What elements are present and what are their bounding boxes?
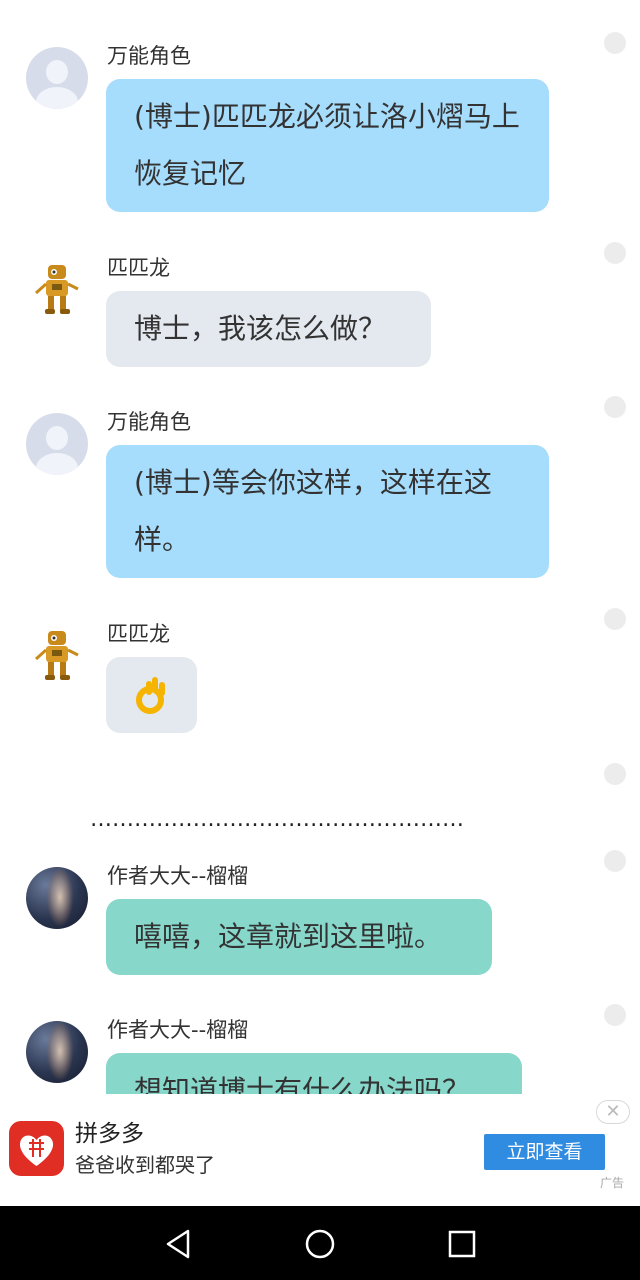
message-status-dot	[604, 1004, 626, 1026]
default-avatar-icon[interactable]	[26, 413, 88, 475]
view-now-button[interactable]: 立即查看	[484, 1134, 605, 1170]
ad-banner[interactable]: 拼多多 爸爸收到都哭了 立即查看 ✕ 广告	[0, 1094, 640, 1206]
galaxy-avatar-icon[interactable]	[26, 1021, 88, 1083]
galaxy-avatar-icon[interactable]	[26, 867, 88, 929]
ad-app-name: 拼多多	[75, 1121, 144, 1147]
sender-name: 万能角色	[107, 44, 191, 68]
robot-avatar-icon[interactable]	[26, 259, 88, 321]
message-status-dot	[604, 763, 626, 785]
ad-close-icon[interactable]: ✕	[596, 1100, 630, 1124]
ad-slogan: 爸爸收到都哭了	[75, 1153, 215, 1177]
sender-name: 匹匹龙	[107, 256, 170, 280]
sender-name: 匹匹龙	[107, 622, 170, 646]
chat-thread[interactable]: 万能角色 (博士)匹匹龙必须让洛小熠马上恢复记忆 匹匹龙 博士，我该怎么做？ 万…	[0, 0, 640, 1094]
ad-tag-label: 广告	[600, 1176, 625, 1190]
message-status-dot	[604, 242, 626, 264]
system-nav-bar	[0, 1206, 640, 1280]
message-status-dot	[604, 396, 626, 418]
recent-square-icon[interactable]	[444, 1226, 480, 1262]
sender-name: 作者大大--榴榴	[107, 864, 249, 888]
message-status-dot	[604, 32, 626, 54]
robot-avatar-icon[interactable]	[26, 625, 88, 687]
message-bubble[interactable]: 想知道博士有什么办法吗？	[106, 1053, 522, 1094]
message-bubble[interactable]: (博士)匹匹龙必须让洛小熠马上恢复记忆	[106, 79, 549, 212]
sender-name: 万能角色	[107, 410, 191, 434]
pinduoduo-logo-icon[interactable]	[9, 1121, 64, 1176]
message-status-dot	[604, 608, 626, 630]
dotted-divider: ……………………………………………	[90, 807, 464, 832]
message-bubble[interactable]: (博士)等会你这样，这样在这样。	[106, 445, 549, 578]
message-bubble[interactable]: 嘻嘻，这章就到这里啦。	[106, 899, 492, 975]
message-bubble[interactable]: 博士，我该怎么做？	[106, 291, 431, 367]
sender-name: 作者大大--榴榴	[107, 1018, 249, 1042]
back-triangle-icon[interactable]	[160, 1226, 196, 1262]
ok-hand-emoji-icon	[136, 677, 165, 714]
default-avatar-icon[interactable]	[26, 47, 88, 109]
message-status-dot	[604, 850, 626, 872]
home-circle-icon[interactable]	[302, 1226, 338, 1262]
message-bubble[interactable]	[106, 657, 197, 733]
